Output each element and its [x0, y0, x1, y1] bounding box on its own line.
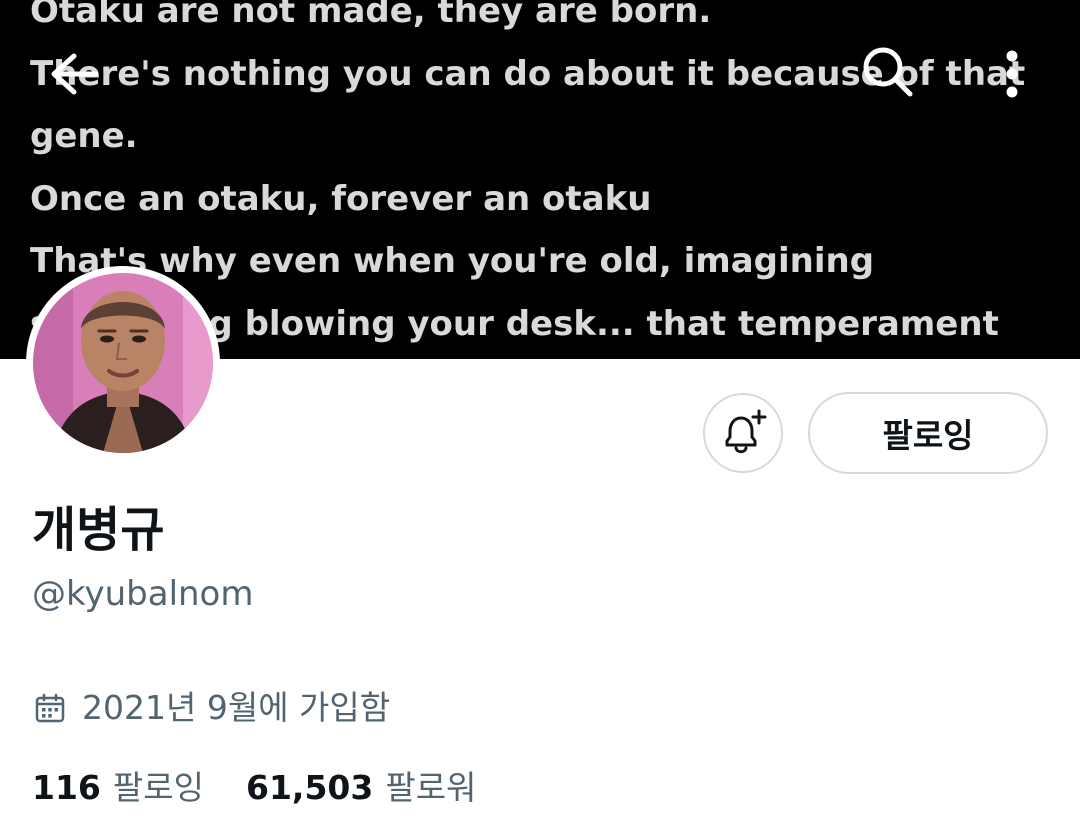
followers-label: 팔로워 — [385, 768, 477, 807]
banner-line: Once an otaku, forever an otaku — [30, 178, 652, 219]
calendar-icon — [34, 692, 66, 724]
follow-stats: 116 팔로잉 61,503 팔로워 — [32, 766, 476, 810]
profile-avatar[interactable] — [26, 266, 220, 460]
display-name: 개병규 — [32, 502, 165, 558]
following-label: 팔로잉 — [112, 768, 204, 807]
followers-stat[interactable]: 61,503 팔로워 — [246, 766, 476, 810]
following-stat[interactable]: 116 팔로잉 — [32, 766, 204, 810]
banner-line: That's why even when you're old, imagini… — [30, 241, 875, 281]
more-button[interactable] — [990, 44, 1034, 104]
banner-line: Otaku are not made, they are born. — [30, 0, 712, 31]
avatar-image — [33, 273, 213, 453]
followers-count: 61,503 — [245, 768, 374, 807]
more-vertical-icon — [1006, 50, 1018, 98]
bell-plus-icon — [725, 409, 767, 454]
arrow-left-icon — [51, 53, 99, 95]
banner-line: gene. — [30, 116, 138, 156]
join-date-text: 2021년 9월에 가입함 — [82, 688, 391, 727]
profile-screen: Otaku are not made, they are born. There… — [0, 0, 1080, 831]
search-button[interactable] — [858, 42, 918, 102]
user-handle: @kyubalnom — [32, 574, 254, 614]
following-count: 116 — [32, 768, 101, 807]
following-button[interactable]: 팔로잉 — [808, 392, 1048, 474]
back-button[interactable] — [44, 46, 104, 102]
notification-button[interactable] — [703, 393, 783, 473]
search-icon — [863, 47, 913, 97]
join-date: 2021년 9월에 가입함 — [34, 686, 390, 730]
